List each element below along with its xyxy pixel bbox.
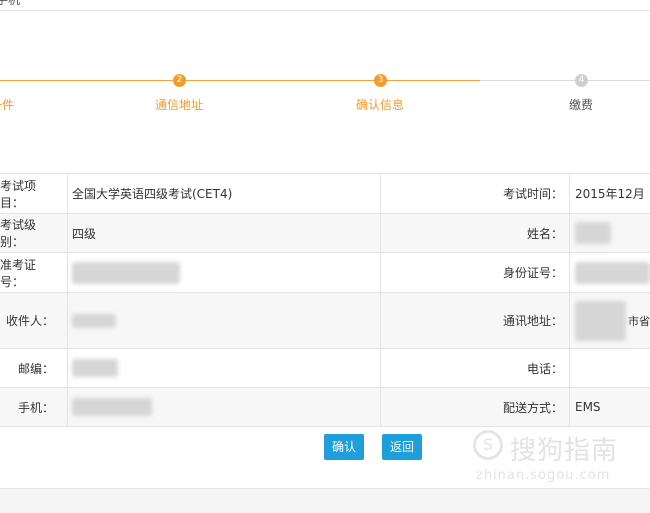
address-partial: 市省 [628, 314, 650, 328]
breadcrumb-text: 手机 [0, 0, 21, 7]
step-4-label: 缴费 [568, 98, 594, 112]
footer-bar [0, 488, 650, 513]
progress-line-done [0, 80, 480, 81]
mobile-label: 手机： [17, 400, 54, 415]
table-row: 收件人： 通讯地址： 市省 [0, 293, 650, 349]
table-row: 邮编： 电话： [0, 349, 650, 388]
step-2-dot: 2 [173, 74, 186, 87]
address-label: 通讯地址： [502, 314, 563, 328]
ticket-number-label: 准考证号： [0, 257, 37, 289]
id-number-redacted [570, 253, 650, 292]
step-2-label: 通信地址 [154, 98, 204, 112]
step-4-dot: 4 [575, 74, 588, 87]
table-row: 准考证号： 身份证号： [0, 253, 650, 293]
recipient-label: 收件人： [5, 314, 54, 328]
step-3-label: 确认信息 [355, 98, 405, 112]
sogou-watermark: S 搜狗指南 zhinan.sogou.com [470, 428, 645, 484]
delivery-method-value: EMS [575, 400, 601, 414]
table-row: 考试项目： 全国大学英语四级考试(CET4) 考试时间： 2015年12月 [0, 174, 650, 214]
exam-time-value: 2015年12月 [575, 187, 645, 201]
exam-item-label: 考试项目： [0, 178, 37, 210]
confirmation-table: 考试项目： 全国大学英语四级考试(CET4) 考试时间： 2015年12月 考试… [0, 173, 650, 427]
recipient-redacted [67, 293, 380, 348]
phone-value [570, 349, 650, 387]
name-value-redacted [570, 214, 650, 252]
progress-steps: 条件 2 通信地址 3 确认信息 4 缴费 [0, 60, 650, 130]
back-button[interactable]: 返回 [382, 434, 423, 460]
watermark-url: zhinan.sogou.com [476, 468, 611, 483]
table-row: 考试级别： 四级 姓名： [0, 214, 650, 253]
step-1-label: 条件 [0, 98, 15, 112]
top-breadcrumb-bar: 手机 [0, 0, 650, 11]
step-3-dot: 3 [374, 74, 387, 87]
exam-level-label: 考试级别： [0, 218, 37, 249]
confirm-button[interactable]: 确认 [324, 434, 365, 460]
delivery-method-label: 配送方式： [502, 400, 563, 415]
exam-level-value: 四级 [72, 226, 97, 241]
address-value-redacted: 市省 [570, 293, 650, 348]
progress-line-todo [480, 80, 650, 81]
table-row: 手机： 配送方式： EMS [0, 388, 650, 427]
name-label: 姓名： [526, 226, 563, 241]
exam-time-label: 考试时间： [502, 187, 563, 201]
id-number-label: 身份证号： [502, 266, 563, 280]
exam-item-value: 全国大学英语四级考试(CET4) [72, 187, 233, 201]
ticket-number-redacted [67, 253, 380, 292]
postcode-label: 邮编： [17, 361, 54, 376]
mobile-redacted [67, 388, 380, 426]
phone-label: 电话： [526, 361, 563, 376]
watermark-text: 搜狗指南 [510, 436, 619, 466]
postcode-redacted [67, 349, 380, 387]
sogou-logo-icon: S [473, 430, 503, 460]
